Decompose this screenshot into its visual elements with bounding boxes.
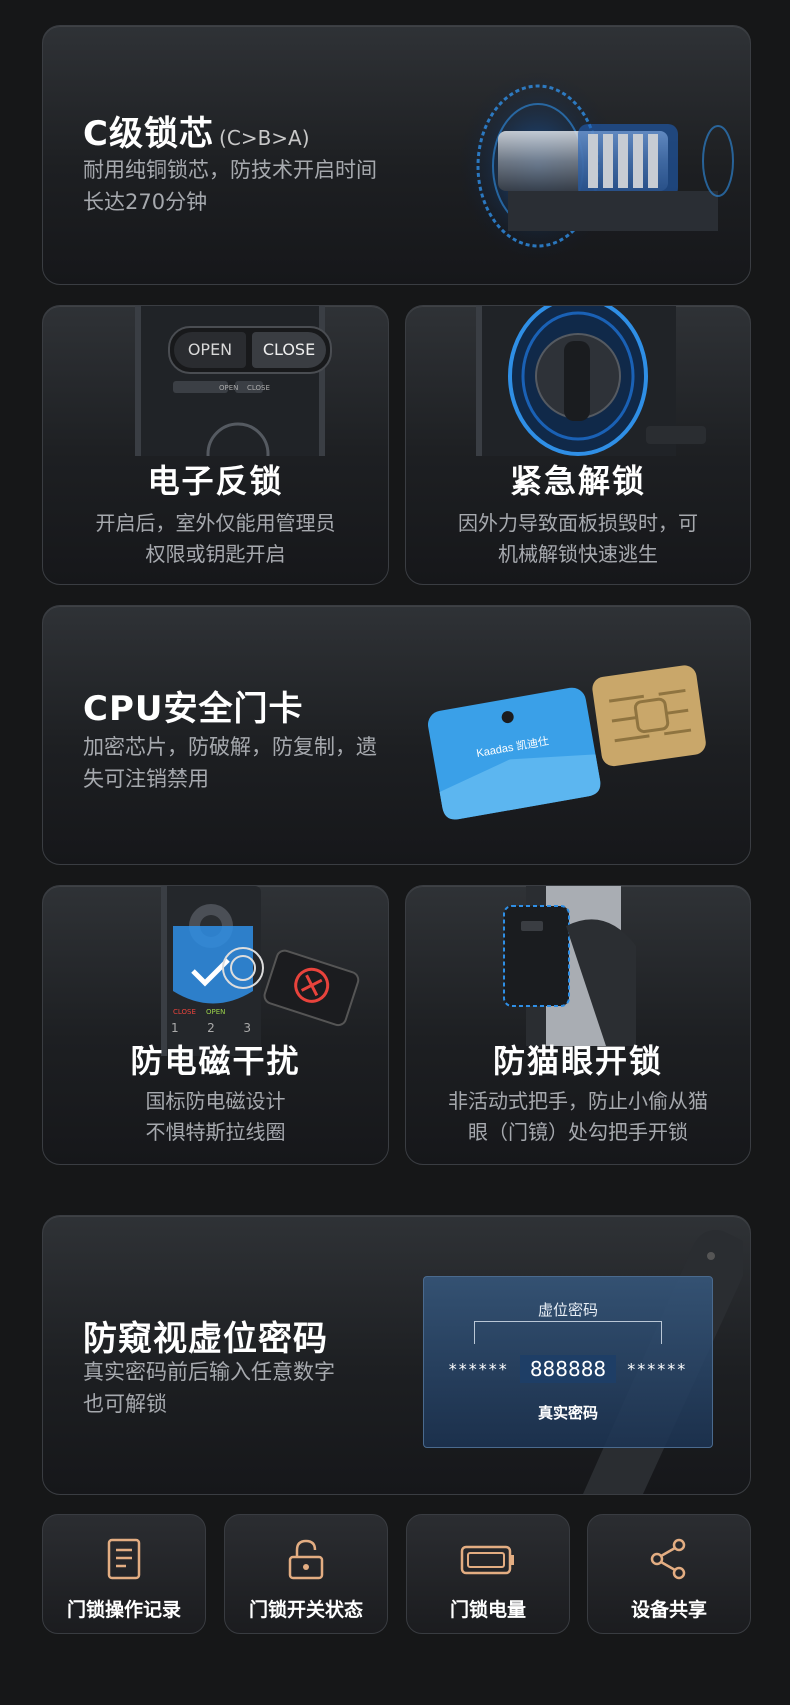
lock-core-desc: 耐用纯铜锁芯，防技术开启时间 长达270分钟 xyxy=(83,154,377,218)
anti-cat-eye-card: 防猫眼开锁 非活动式把手，防止小偷从猫 眼（门镜）处勾把手开锁 xyxy=(405,885,751,1165)
emergency-unlock-card: 紧急解锁 因外力导致面板损毁时，可 机械解锁快速逃生 xyxy=(405,305,751,585)
anti-em-desc-line1: 国标防电磁设计 xyxy=(145,1089,286,1113)
lock-core-title: C级锁芯 xyxy=(83,114,214,154)
anti-em-title: 防电磁干扰 xyxy=(130,1042,301,1080)
padlock-icon xyxy=(288,1539,324,1580)
lock-core-grade: (C>B>A) xyxy=(219,126,310,150)
keypad-key-2: 2 xyxy=(207,1021,215,1035)
keypad-key-3: 3 xyxy=(243,1021,251,1035)
anti-cat-eye-desc-line1: 非活动式把手，防止小偷从猫 xyxy=(448,1089,708,1113)
anti-em-card: CLOSE OPEN 1 2 3 防电磁干扰 国标防电磁设计 不惧特斯拉线圈 xyxy=(42,885,389,1165)
emergency-unlock-image xyxy=(476,306,706,456)
close-button[interactable]: CLOSE xyxy=(252,332,326,368)
lock-core-desc-line2: 长达270分钟 xyxy=(83,190,208,214)
keypad-key-1: 1 xyxy=(171,1021,179,1035)
anti-cat-eye-title: 防猫眼开锁 xyxy=(492,1042,663,1080)
anti-em-desc-line2: 不惧特斯拉线圈 xyxy=(145,1120,286,1144)
emergency-unlock-desc-line2: 机械解锁快速逃生 xyxy=(498,542,658,566)
virtual-password-desc: 真实密码前后输入任意数字 也可解锁 xyxy=(83,1356,335,1420)
real-code-label: 真实密码 xyxy=(537,1404,598,1422)
share-icon xyxy=(650,1538,686,1580)
electronic-lock-title: 电子反锁 xyxy=(147,462,284,500)
device-share-label: 设备共享 xyxy=(630,1599,707,1621)
operation-record-button[interactable]: 门锁操作记录 xyxy=(42,1514,206,1634)
bracket-line xyxy=(474,1321,662,1344)
lock-cylinder-image xyxy=(458,71,734,261)
stars-right: ****** xyxy=(627,1359,688,1379)
lock-core-desc-line1: 耐用纯铜锁芯，防技术开启时间 xyxy=(83,158,377,182)
battery-icon xyxy=(460,1545,514,1575)
cpu-card-desc-line1: 加密芯片，防破解，防复制，遗 xyxy=(83,735,377,759)
battery-level-label: 门锁电量 xyxy=(449,1599,526,1621)
operation-record-label: 门锁操作记录 xyxy=(66,1599,181,1621)
mini-close-label: CLOSE xyxy=(247,384,270,392)
cpu-card-desc: 加密芯片，防破解，防复制，遗 失可注销禁用 xyxy=(83,731,377,795)
anti-cat-eye-desc-line2: 眼（门镜）处勾把手开锁 xyxy=(468,1120,688,1144)
virtual-code-label: 虚位密码 xyxy=(537,1301,598,1319)
anti-cat-eye-image xyxy=(503,886,636,1046)
lock-status-button[interactable]: 门锁开关状态 xyxy=(224,1514,388,1634)
mini-open-label: OPEN xyxy=(219,384,239,392)
lock-status-label: 门锁开关状态 xyxy=(248,1599,363,1621)
virtual-password-desc-line2: 也可解锁 xyxy=(83,1392,167,1416)
cpu-card-image: Kaadas 凯迪仕 xyxy=(428,665,706,820)
open-close-pill: OPEN CLOSE xyxy=(168,326,332,374)
cpu-card-title: CPU安全门卡 xyxy=(83,689,304,729)
battery-level-button[interactable]: 门锁电量 xyxy=(406,1514,570,1634)
virtual-password-title: 防窥视虚位密码 xyxy=(83,1319,328,1359)
device-share-button[interactable]: 设备共享 xyxy=(587,1514,751,1634)
code-row: ****** 888888 ****** xyxy=(424,1355,712,1383)
open-button[interactable]: OPEN xyxy=(174,332,246,368)
electronic-lock-desc: 开启后，室外仅能用管理员 权限或钥匙开启 xyxy=(63,508,368,570)
electronic-lock-desc-line2: 权限或钥匙开启 xyxy=(145,542,286,566)
anti-em-desc: 国标防电磁设计 不惧特斯拉线圈 xyxy=(63,1086,368,1148)
record-icon xyxy=(107,1538,141,1580)
anti-cat-eye-desc: 非活动式把手，防止小偷从猫 眼（门镜）处勾把手开锁 xyxy=(426,1086,730,1148)
real-code: 888888 xyxy=(519,1355,617,1383)
lock-core-title-row: C级锁芯 (C>B>A) xyxy=(83,106,310,155)
virtual-password-card: 防窥视虚位密码 真实密码前后输入任意数字 也可解锁 虚位密码 ****** 88… xyxy=(42,1215,751,1495)
emergency-unlock-desc-line1: 因外力导致面板损毁时，可 xyxy=(458,511,698,535)
stars-left: ****** xyxy=(448,1359,509,1379)
emergency-unlock-desc: 因外力导致面板损毁时，可 机械解锁快速逃生 xyxy=(426,508,730,570)
anti-em-open-label: OPEN xyxy=(206,1008,226,1016)
emergency-unlock-title: 紧急解锁 xyxy=(509,462,646,500)
electronic-lock-desc-line1: 开启后，室外仅能用管理员 xyxy=(95,511,336,535)
anti-em-close-label: CLOSE xyxy=(173,1008,196,1016)
lock-core-card: C级锁芯 (C>B>A) 耐用纯铜锁芯，防技术开启时间 长达270分钟 xyxy=(42,25,751,285)
electronic-lock-card: OPEN CLOSE OPEN CLOSE 电子反锁 开启后，室外仅能用管理员 … xyxy=(42,305,389,585)
cpu-card-card: CPU安全门卡 加密芯片，防破解，防复制，遗 失可注销禁用 Kaadas 凯迪仕 xyxy=(42,605,751,865)
keypad-row: 1 2 3 xyxy=(171,1021,251,1035)
password-panel: 虚位密码 ****** 888888 ****** 真实密码 xyxy=(423,1276,713,1448)
virtual-password-desc-line1: 真实密码前后输入任意数字 xyxy=(83,1360,335,1384)
cpu-card-desc-line2: 失可注销禁用 xyxy=(83,767,209,791)
